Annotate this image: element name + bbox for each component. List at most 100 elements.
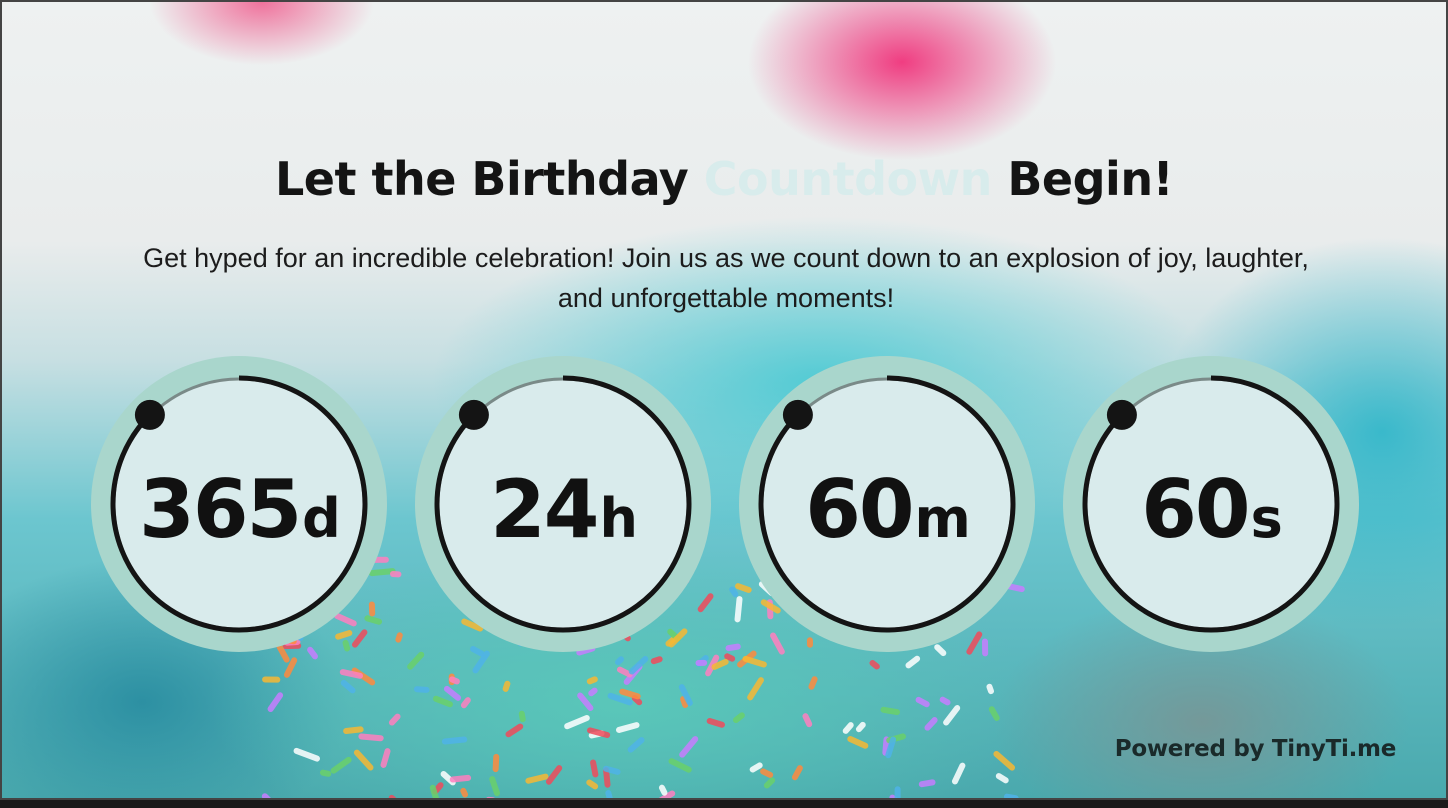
sprinkle <box>760 768 774 778</box>
sprinkle <box>449 676 460 685</box>
sprinkle <box>586 779 599 790</box>
countdown-hours: 24 h <box>413 354 713 654</box>
sprinkle <box>918 779 936 788</box>
days-unit: d <box>302 486 341 550</box>
sprinkle <box>869 660 880 670</box>
sprinkle <box>749 762 763 773</box>
sprinkle <box>443 685 462 701</box>
sprinkle <box>732 712 745 723</box>
sprinkle <box>695 659 708 666</box>
sprinkle <box>706 718 725 728</box>
sprinkle <box>747 677 764 701</box>
sprinkle <box>668 758 692 773</box>
sprinkle <box>449 774 472 783</box>
sprinkle <box>339 669 364 679</box>
sprinkle <box>680 696 689 708</box>
sprinkle <box>485 796 496 798</box>
sprinkle <box>267 692 284 713</box>
sprinkle <box>678 684 693 706</box>
sprinkle <box>351 667 376 686</box>
minutes-unit: m <box>914 486 971 550</box>
sprinkle <box>995 773 1009 784</box>
sprinkle <box>460 697 471 709</box>
sprinkle <box>283 657 298 678</box>
sprinkle <box>340 679 356 694</box>
title-text-end: Begin! <box>1007 152 1174 206</box>
sprinkle <box>993 750 1016 771</box>
sprinkle <box>432 782 444 795</box>
sprinkle <box>413 686 430 693</box>
sprinkle <box>330 756 352 774</box>
sprinkle <box>358 733 384 742</box>
sprinkle <box>951 762 966 785</box>
sprinkle <box>802 713 813 728</box>
title-text-start: Let the Birthday <box>274 152 689 206</box>
sprinkle <box>319 769 332 777</box>
minutes-value: 60 <box>805 462 914 556</box>
sprinkle <box>502 680 511 692</box>
page-subtitle: Get hyped for an incredible celebration!… <box>143 243 1309 313</box>
sprinkle <box>924 717 938 731</box>
sprinkle <box>432 695 453 708</box>
sprinkle <box>986 683 995 695</box>
sprinkle <box>658 784 668 796</box>
hours-value: 24 <box>490 462 599 556</box>
sprinkle <box>742 655 767 668</box>
countdown-page: Let the Birthday Countdown Begin! Get hy… <box>0 0 1448 800</box>
sprinkle <box>808 676 818 690</box>
sprinkle <box>711 658 729 670</box>
sprinkle <box>460 787 469 798</box>
sprinkle <box>943 705 961 726</box>
sprinkle <box>885 736 897 759</box>
sprinkle <box>607 692 633 706</box>
sprinkle <box>855 721 866 733</box>
sprinkle <box>615 656 625 666</box>
sprinkle <box>262 676 281 683</box>
sprinkle <box>603 767 611 788</box>
sprinkle <box>489 776 500 797</box>
sprinkle <box>587 727 611 739</box>
sprinkle <box>343 726 364 735</box>
sprinkle <box>525 773 549 784</box>
sprinkle <box>429 784 439 798</box>
sprinkle <box>388 794 404 798</box>
sprinkle <box>545 765 563 785</box>
sprinkle <box>905 655 921 669</box>
sprinkle <box>655 790 676 798</box>
sprinkle <box>586 676 598 685</box>
sprinkle <box>705 654 720 677</box>
sprinkle <box>915 696 930 708</box>
sprinkle <box>293 747 320 762</box>
sprinkle <box>847 736 869 749</box>
sprinkle <box>763 777 776 789</box>
sprinkle <box>261 793 279 798</box>
sprinkle <box>791 765 803 781</box>
sprinkle <box>492 753 500 773</box>
title-text-accent: Countdown <box>703 152 993 206</box>
sprinkle <box>616 666 633 678</box>
sprinkle <box>441 736 468 745</box>
sprinkle <box>605 789 617 798</box>
sprinkle <box>615 722 640 733</box>
sprinkle <box>695 655 709 667</box>
seconds-unit: s <box>1250 486 1283 550</box>
seconds-value: 60 <box>1141 462 1250 556</box>
powered-by-link[interactable]: Powered by TinyTi.me <box>1115 736 1397 762</box>
sprinkle <box>889 794 910 798</box>
sprinkle <box>1003 793 1019 798</box>
page-title: Let the Birthday Countdown Begin! <box>2 152 1446 206</box>
countdown-minutes: 60 m <box>737 354 1037 654</box>
sprinkle <box>619 688 641 700</box>
sprinkle <box>353 749 374 771</box>
sprinkle <box>623 663 643 685</box>
sprinkle <box>880 706 901 716</box>
sprinkle <box>628 656 649 675</box>
countdown-seconds: 60 s <box>1061 354 1361 654</box>
sprinkle <box>939 696 951 706</box>
days-value: 365 <box>139 462 302 556</box>
sprinkle <box>505 723 524 738</box>
sprinkle <box>679 736 699 758</box>
sprinkle <box>631 695 643 706</box>
sprinkle <box>590 759 599 778</box>
countdown-timer: 365 d 24 h 60 m 60 s <box>2 354 1446 654</box>
